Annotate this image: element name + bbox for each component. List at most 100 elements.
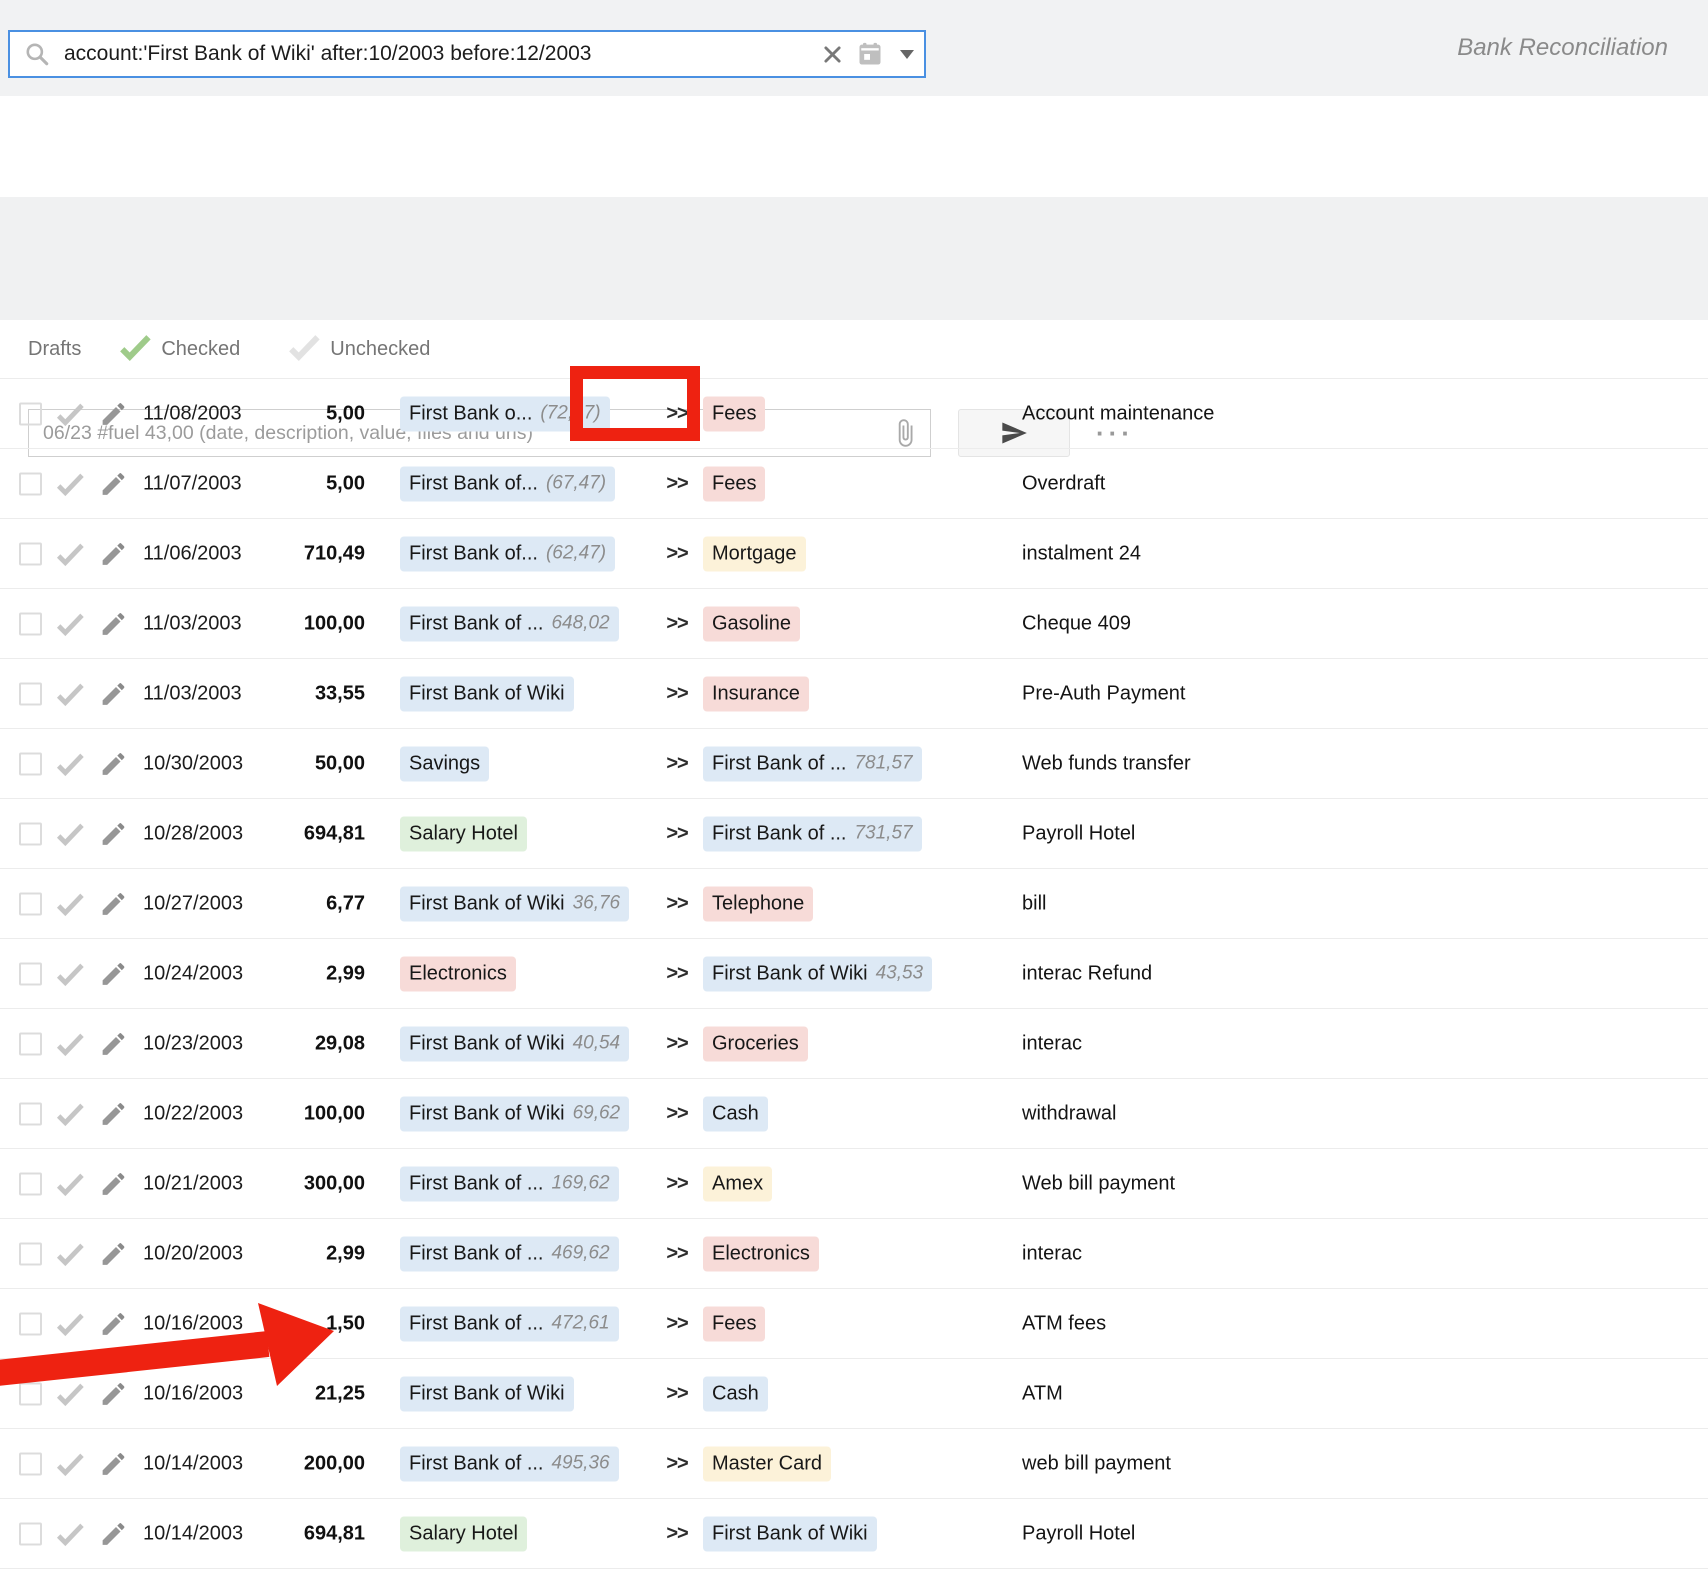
row-checkbox[interactable] — [19, 962, 42, 985]
row-checkbox[interactable] — [19, 1312, 42, 1335]
filter-drafts[interactable]: Drafts — [28, 338, 81, 361]
from-account-chip[interactable]: First Bank o...(72,47) — [400, 396, 610, 431]
from-account-chip[interactable]: Savings — [400, 746, 489, 781]
row-checkbox[interactable] — [19, 472, 42, 495]
check-icon[interactable] — [54, 1308, 86, 1340]
from-account-chip[interactable]: First Bank of Wiki — [400, 676, 574, 711]
check-icon[interactable] — [54, 538, 86, 570]
check-icon[interactable] — [54, 1448, 86, 1480]
row-checkbox[interactable] — [19, 1242, 42, 1265]
to-account-chip[interactable]: Gasoline — [703, 606, 800, 641]
transaction-date: 10/23/2003 — [143, 1032, 243, 1055]
to-account-chip[interactable]: Telephone — [703, 886, 813, 921]
check-icon[interactable] — [54, 1028, 86, 1060]
check-icon[interactable] — [54, 1518, 86, 1550]
from-account-chip[interactable]: First Bank of ...495,36 — [400, 1446, 619, 1481]
from-account-chip[interactable]: First Bank of Wiki36,76 — [400, 886, 629, 921]
from-account-chip[interactable]: First Bank of ...472,61 — [400, 1306, 619, 1341]
from-account-chip[interactable]: First Bank of...(62,47) — [400, 536, 615, 571]
row-checkbox[interactable] — [19, 682, 42, 705]
from-account-chip[interactable]: First Bank of ...169,62 — [400, 1166, 619, 1201]
search-input[interactable] — [62, 41, 814, 67]
edit-pencil-icon[interactable] — [99, 1029, 128, 1058]
to-account-chip[interactable]: Cash — [703, 1096, 768, 1131]
clear-search-icon[interactable] — [814, 45, 850, 64]
row-checkbox[interactable] — [19, 1102, 42, 1125]
row-checkbox[interactable] — [19, 1382, 42, 1405]
edit-pencil-icon[interactable] — [99, 679, 128, 708]
to-account-chip[interactable]: First Bank of Wiki — [703, 1516, 877, 1551]
to-account-chip[interactable]: Fees — [703, 1306, 765, 1341]
from-account-chip[interactable]: First Bank of ...648,02 — [400, 606, 619, 641]
to-account-chip[interactable]: Amex — [703, 1166, 772, 1201]
row-checkbox[interactable] — [19, 822, 42, 845]
check-icon[interactable] — [54, 608, 86, 640]
checked-filter-icon[interactable] — [117, 329, 153, 365]
edit-pencil-icon[interactable] — [99, 819, 128, 848]
edit-pencil-icon[interactable] — [99, 399, 128, 428]
edit-pencil-icon[interactable] — [99, 1239, 128, 1268]
page-title: Bank Reconciliation — [1457, 34, 1668, 62]
check-icon[interactable] — [54, 958, 86, 990]
from-account-chip[interactable]: First Bank of Wiki40,54 — [400, 1026, 629, 1061]
row-checkbox[interactable] — [19, 1172, 42, 1195]
filter-unchecked[interactable]: Unchecked — [330, 338, 430, 361]
from-account-chip[interactable]: Salary Hotel — [400, 816, 527, 851]
check-icon[interactable] — [54, 818, 86, 850]
check-icon[interactable] — [54, 468, 86, 500]
to-account-chip[interactable]: First Bank of ...731,57 — [703, 816, 922, 851]
account-balance: 169,62 — [551, 1173, 609, 1195]
search-box[interactable] — [8, 30, 926, 78]
to-account-chip[interactable]: Mortgage — [703, 536, 806, 571]
from-account-chip[interactable]: Electronics — [400, 956, 516, 991]
to-account-chip[interactable]: Fees — [703, 396, 765, 431]
to-account-chip[interactable]: First Bank of Wiki43,53 — [703, 956, 932, 991]
check-icon[interactable] — [54, 1238, 86, 1270]
edit-pencil-icon[interactable] — [99, 1379, 128, 1408]
to-account-chip[interactable]: Groceries — [703, 1026, 808, 1061]
row-checkbox[interactable] — [19, 542, 42, 565]
check-icon[interactable] — [54, 888, 86, 920]
search-dropdown-caret-icon[interactable] — [890, 50, 924, 59]
edit-pencil-icon[interactable] — [99, 1169, 128, 1198]
from-account-chip[interactable]: Salary Hotel — [400, 1516, 527, 1551]
edit-pencil-icon[interactable] — [99, 609, 128, 638]
edit-pencil-icon[interactable] — [99, 749, 128, 778]
edit-pencil-icon[interactable] — [99, 1449, 128, 1478]
filter-checked[interactable]: Checked — [161, 338, 240, 361]
check-icon[interactable] — [54, 1168, 86, 1200]
transaction-description: Pre-Auth Payment — [1022, 682, 1185, 705]
row-checkbox[interactable] — [19, 752, 42, 775]
check-icon[interactable] — [54, 678, 86, 710]
to-account-chip[interactable]: First Bank of ...781,57 — [703, 746, 922, 781]
calendar-icon[interactable] — [850, 40, 890, 68]
from-account-chip[interactable]: First Bank of...(67,47) — [400, 466, 615, 501]
check-icon[interactable] — [54, 748, 86, 780]
edit-pencil-icon[interactable] — [99, 539, 128, 568]
to-account-chip[interactable]: Cash — [703, 1376, 768, 1411]
from-account-chip[interactable]: First Bank of Wiki — [400, 1376, 574, 1411]
row-checkbox[interactable] — [19, 1032, 42, 1055]
row-checkbox[interactable] — [19, 612, 42, 635]
edit-pencil-icon[interactable] — [99, 1309, 128, 1338]
row-checkbox[interactable] — [19, 892, 42, 915]
to-account-chip[interactable]: Fees — [703, 466, 765, 501]
to-account-chip[interactable]: Master Card — [703, 1446, 831, 1481]
edit-pencil-icon[interactable] — [99, 959, 128, 988]
to-account-chip[interactable]: Insurance — [703, 676, 809, 711]
row-checkbox[interactable] — [19, 1452, 42, 1475]
edit-pencil-icon[interactable] — [99, 469, 128, 498]
table-row: 11/07/20035,00First Bank of...(67,47)>>F… — [0, 448, 1708, 518]
check-icon[interactable] — [54, 398, 86, 430]
row-checkbox[interactable] — [19, 1522, 42, 1545]
from-account-chip[interactable]: First Bank of Wiki69,62 — [400, 1096, 629, 1131]
from-account-chip[interactable]: First Bank of ...469,62 — [400, 1236, 619, 1271]
check-icon[interactable] — [54, 1378, 86, 1410]
check-icon[interactable] — [54, 1098, 86, 1130]
unchecked-filter-icon[interactable] — [286, 329, 322, 365]
edit-pencil-icon[interactable] — [99, 1099, 128, 1128]
edit-pencil-icon[interactable] — [99, 1519, 128, 1548]
edit-pencil-icon[interactable] — [99, 889, 128, 918]
row-checkbox[interactable] — [19, 402, 42, 425]
to-account-chip[interactable]: Electronics — [703, 1236, 819, 1271]
